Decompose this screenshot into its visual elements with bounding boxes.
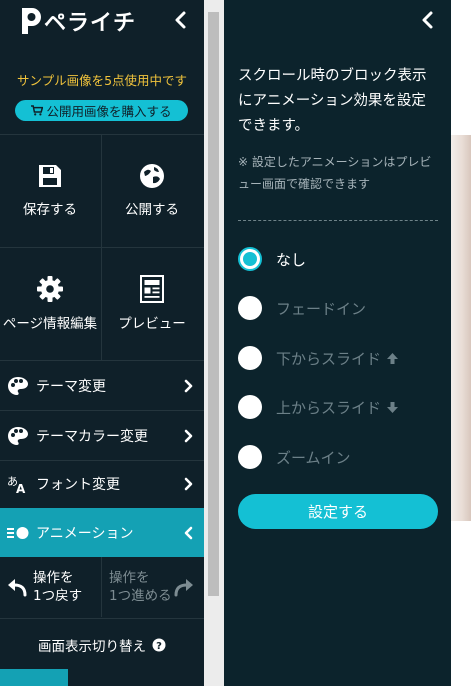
option-label: なし: [276, 250, 307, 269]
chevron-right-icon: [174, 429, 204, 443]
arrow-up-icon: [386, 352, 399, 365]
publish-label: 公開する: [125, 202, 179, 218]
menu-item-label: アニメーション: [36, 525, 134, 542]
palette-icon: [0, 376, 36, 396]
undo-label-line2: 1つ戻す: [33, 588, 83, 604]
buy-images-label: 公開用画像を購入する: [46, 104, 172, 119]
floppy-disk-icon: [39, 165, 61, 187]
radio-button[interactable]: [238, 445, 262, 469]
option-label: 下からスライド: [276, 349, 382, 368]
animation-icon: [0, 526, 36, 540]
newspaper-icon: [140, 275, 164, 303]
panel-description: スクロール時のブロック表示にアニメーション効果を設定できます。: [238, 68, 427, 134]
arrow-down-icon: [386, 401, 399, 414]
perachi-logo-icon: [22, 8, 41, 34]
save-label: 保存する: [23, 202, 77, 218]
redo-label-line2: 1つ進める: [109, 588, 172, 604]
menu-item-label: テーマ変更: [36, 378, 106, 395]
menu-item-animation[interactable]: アニメーション: [0, 508, 204, 557]
animation-option-none[interactable]: なし: [238, 246, 443, 272]
preview-label: プレビュー: [118, 316, 186, 332]
redo-icon: [174, 579, 193, 597]
redo-label-line1: 操作を: [109, 569, 150, 586]
buy-images-button[interactable]: 公開用画像を購入する: [15, 100, 188, 121]
publish-button[interactable]: 公開する: [102, 134, 202, 247]
page-info-button[interactable]: ページ情報編集: [0, 247, 100, 360]
help-icon: ?: [152, 638, 166, 652]
menu-item-label: フォント変更: [36, 476, 120, 493]
preview-image: [451, 135, 471, 521]
dashed-divider: [238, 220, 438, 221]
menu-item-theme-color[interactable]: テーマカラー変更: [0, 411, 204, 460]
app-logo-text: ペライチ: [44, 11, 137, 36]
option-label: ズームイン: [276, 448, 351, 467]
undo-button[interactable]: 操作を 1つ戻す: [0, 560, 101, 614]
display-mode-tab[interactable]: [0, 669, 68, 686]
chevron-left-icon: [174, 526, 204, 540]
menu-item-theme[interactable]: テーマ変更: [0, 361, 204, 410]
menu-item-font[interactable]: あ A フォント変更: [0, 459, 204, 508]
globe-icon: [140, 164, 164, 188]
panel-close-button[interactable]: [417, 9, 439, 31]
preview-button[interactable]: プレビュー: [102, 247, 202, 360]
logo-row: ペライチ: [0, 0, 204, 42]
apply-animation-button[interactable]: 設定する: [238, 494, 438, 529]
radio-button[interactable]: [238, 247, 262, 271]
radio-button[interactable]: [238, 296, 262, 320]
chevron-right-icon: [174, 477, 204, 491]
panel-note: ※ 設定したアニメーションはプレビュー画面で確認できます: [238, 155, 432, 191]
animation-panel: スクロール時のブロック表示にアニメーション効果を設定できます。 ※ 設定したアニ…: [224, 0, 451, 686]
save-button[interactable]: 保存する: [0, 134, 100, 247]
chevron-right-icon: [174, 379, 204, 393]
svg-text:A: A: [16, 482, 26, 494]
animation-option-slide-up[interactable]: 下からスライド: [238, 345, 443, 371]
sidebar-collapse-button[interactable]: [170, 9, 192, 31]
radio-button[interactable]: [238, 346, 262, 370]
redo-button[interactable]: 操作を 1つ進める: [102, 560, 204, 614]
color-palette-icon: [0, 426, 36, 446]
undo-icon: [8, 579, 27, 597]
cart-icon: [31, 105, 44, 116]
menu-item-label: テーマカラー変更: [36, 428, 148, 445]
sidebar: ペライチ サンプル画像を5点使用中です 公開用画像を購入する 保存する 公開する…: [0, 0, 204, 686]
animation-option-fade-in[interactable]: フェードイン: [238, 295, 443, 321]
font-icon: あ A: [0, 474, 36, 494]
page-info-label: ページ情報編集: [2, 316, 98, 332]
divider: [0, 618, 204, 619]
sample-image-notice: サンプル画像を5点使用中です: [16, 73, 188, 88]
animation-option-zoom-in[interactable]: ズームイン: [238, 444, 443, 470]
option-label: フェードイン: [276, 299, 367, 318]
radio-button[interactable]: [238, 395, 262, 419]
gear-icon: [37, 276, 63, 302]
undo-label-line1: 操作を: [33, 569, 74, 586]
animation-option-slide-down[interactable]: 上からスライド: [238, 394, 443, 420]
option-label: 上からスライド: [276, 398, 382, 417]
display-toggle-label: 画面表示切り替え: [38, 639, 146, 655]
scrollbar-thumb[interactable]: [208, 12, 219, 596]
display-toggle[interactable]: 画面表示切り替え ?: [0, 635, 204, 655]
svg-text:?: ?: [156, 641, 162, 652]
